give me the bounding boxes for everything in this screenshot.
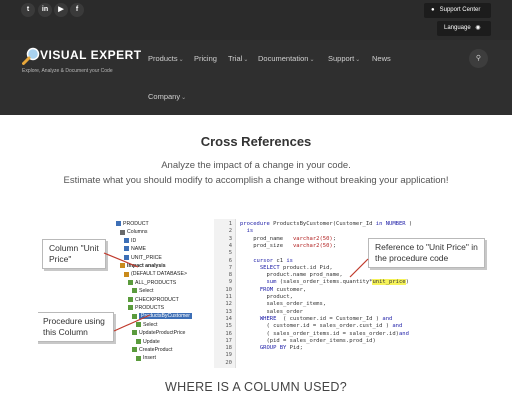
logo-text: VISUAL EXPERT bbox=[40, 48, 142, 62]
nav-news[interactable]: News bbox=[372, 54, 391, 63]
nav-documentation-label: Documentation bbox=[258, 54, 309, 63]
language-button[interactable]: Language ◉ bbox=[437, 21, 491, 36]
logo-tagline: Explore, Analyze & Document your Code bbox=[22, 68, 113, 74]
youtube-icon[interactable]: ▶ bbox=[54, 3, 68, 17]
callout-arrows bbox=[103, 252, 369, 332]
magnifier-logo-icon bbox=[22, 47, 40, 65]
intro-line-2: Estimate what you should modify to accom… bbox=[63, 175, 449, 186]
chevron-down-icon: ⌄ bbox=[355, 57, 361, 63]
intro-line-1: Analyze the impact of a change in your c… bbox=[161, 160, 351, 171]
nav-pricing-label: Pricing bbox=[194, 54, 217, 63]
nav-trial-label: Trial bbox=[228, 54, 243, 63]
linkedin-icon[interactable]: in bbox=[38, 3, 52, 17]
chevron-down-icon: ⌄ bbox=[178, 57, 184, 63]
nav-support-label: Support bbox=[328, 54, 355, 63]
facebook-icon[interactable]: f bbox=[70, 3, 84, 17]
nav-news-label: News bbox=[372, 54, 391, 63]
nav-products[interactable]: Products⌄ bbox=[148, 54, 184, 63]
chevron-down-icon: ⌄ bbox=[181, 95, 187, 101]
site-header: VISUAL EXPERT Explore, Analyze & Documen… bbox=[0, 40, 512, 115]
chevron-down-icon: ⌄ bbox=[309, 57, 315, 63]
page-title: Cross References bbox=[200, 134, 312, 149]
top-bar: t in ▶ f ● Support Center Language ◉ bbox=[0, 0, 512, 40]
language-label: Language bbox=[444, 25, 471, 31]
nav-support[interactable]: Support⌄ bbox=[328, 54, 360, 63]
arrow-procedure bbox=[113, 314, 151, 332]
section-heading: WHERE IS A COLUMN USED? bbox=[165, 380, 347, 394]
twitter-icon[interactable]: t bbox=[21, 3, 35, 17]
support-center-label: Support Center bbox=[439, 7, 481, 13]
nav-pricing[interactable]: Pricing bbox=[194, 54, 217, 63]
nav-company[interactable]: Company⌄ bbox=[148, 92, 186, 101]
cross-reference-screenshot: PRODUCT Columns ID NAME UNIT_PRICE Impact ana… bbox=[38, 219, 488, 368]
nav-trial[interactable]: Trial⌄ bbox=[228, 54, 248, 63]
user-icon: ● bbox=[431, 7, 435, 13]
nav-company-label: Company bbox=[148, 92, 181, 101]
search-button[interactable]: ⚲ bbox=[469, 49, 488, 68]
search-icon: ⚲ bbox=[475, 55, 482, 62]
nav-documentation[interactable]: Documentation⌄ bbox=[258, 54, 314, 63]
chevron-down-icon: ⌄ bbox=[243, 57, 249, 63]
arrow-column bbox=[103, 252, 139, 268]
arrow-reference bbox=[349, 258, 369, 278]
nav-products-label: Products bbox=[148, 54, 178, 63]
support-center-button[interactable]: ● Support Center bbox=[424, 3, 491, 18]
globe-icon: ◉ bbox=[475, 25, 481, 31]
